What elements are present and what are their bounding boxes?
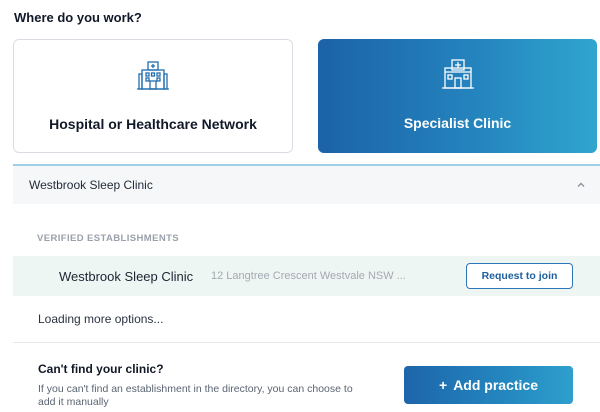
clinic-search-select[interactable]: Westbrook Sleep Clinic <box>13 164 600 204</box>
add-practice-button[interactable]: + Add practice <box>404 366 573 404</box>
establishment-name: Westbrook Sleep Clinic <box>59 268 194 284</box>
verified-section-label: VERIFIED ESTABLISHMENTS <box>37 233 180 244</box>
cant-find-title: Can't find your clinic? <box>38 362 164 376</box>
clinic-icon <box>441 59 474 89</box>
question-heading: Where do you work? <box>14 10 142 25</box>
section-divider <box>13 342 600 343</box>
cant-find-description: If you can't find an establishment in th… <box>38 383 353 408</box>
option-hospital-label: Hospital or Healthcare Network <box>49 116 257 132</box>
hospital-icon <box>137 61 169 90</box>
request-to-join-button[interactable]: Request to join <box>466 263 573 289</box>
loading-more-text: Loading more options... <box>38 312 164 326</box>
plus-icon: + <box>439 377 448 393</box>
establishment-address: 12 Langtree Crescent Westvale NSW ... <box>211 270 406 282</box>
option-clinic-card[interactable]: Specialist Clinic <box>318 39 597 153</box>
clinic-search-value: Westbrook Sleep Clinic <box>29 178 153 192</box>
add-practice-label: Add practice <box>453 377 538 393</box>
option-hospital-card[interactable]: Hospital or Healthcare Network <box>13 39 293 153</box>
establishment-option[interactable]: Westbrook Sleep Clinic 12 Langtree Cresc… <box>13 256 600 296</box>
option-clinic-label: Specialist Clinic <box>403 115 512 131</box>
chevron-up-icon[interactable] <box>576 180 586 190</box>
